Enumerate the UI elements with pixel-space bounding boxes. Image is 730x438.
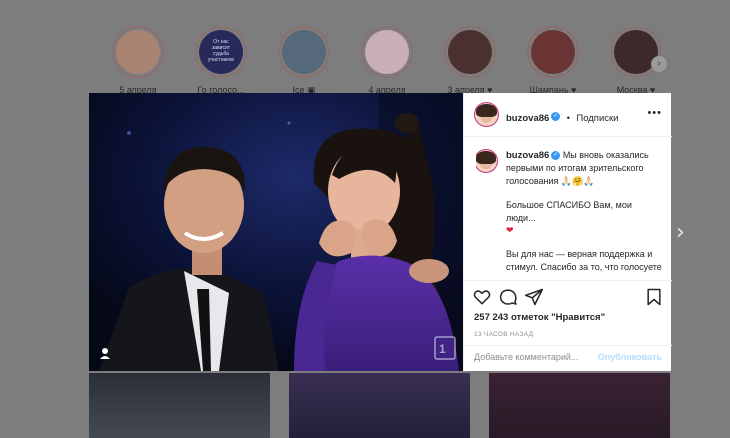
following-button[interactable]: Подписки	[576, 113, 618, 124]
comment-input[interactable]	[474, 352, 592, 362]
story-avatar	[282, 30, 326, 74]
publish-button[interactable]: Опубликовать	[598, 352, 662, 362]
caption-text: buzova86 ✓ Мы вновь оказались первыми по …	[506, 149, 662, 277]
share-icon[interactable]	[524, 287, 544, 307]
separator-dot: •	[566, 113, 570, 123]
story-avatar	[531, 30, 575, 74]
caption-paragraph: buzova86 ✓ Мы вновь оказались первыми по …	[506, 149, 662, 187]
heart-icon[interactable]	[472, 287, 492, 307]
story-item[interactable]: 4 апреля	[359, 26, 415, 95]
story-item[interactable]: 5 апреля	[110, 26, 166, 95]
more-options-icon[interactable]: •••	[647, 107, 662, 119]
story-item[interactable]: 3 апреля ♥	[442, 26, 498, 95]
comment-icon[interactable]	[498, 287, 518, 307]
story-avatar	[365, 30, 409, 74]
grid-post-thumbnail[interactable]	[489, 373, 670, 438]
caption-paragraph: Вы для нас — верная поддержка и стимул. …	[506, 248, 662, 277]
avatar-hair	[476, 104, 497, 118]
post-caption: buzova86 ✓ Мы вновь оказались первыми по …	[476, 149, 666, 277]
stories-next-button[interactable]: ›	[651, 56, 667, 72]
story-ring	[527, 26, 579, 78]
verified-badge-icon: ✓	[551, 112, 561, 122]
post-side-panel: buzova86 ✓ • Подписки ••• buzova86 ✓ Мы вн…	[463, 93, 672, 371]
story-ring: От нас зависит судьба участников	[195, 26, 247, 78]
story-avatar: От нас зависит судьба участников	[199, 30, 243, 74]
caption-line: Большое СПАСИБО Вам, мои люди...	[506, 200, 632, 223]
author-avatar[interactable]	[474, 102, 499, 127]
story-item[interactable]: Ice ▣	[276, 26, 332, 95]
stories-row: 5 апреля От нас зависит судьба участнико…	[110, 26, 670, 96]
avatar-hair	[476, 151, 496, 164]
caption-username[interactable]: buzova86	[506, 150, 549, 161]
story-ring	[112, 26, 164, 78]
caption-line: Вы для нас — верная поддержка и стимул. …	[506, 249, 662, 277]
likes-count[interactable]: 257 243 отметок "Нравится"	[474, 312, 605, 323]
author-username[interactable]: buzova86	[506, 113, 549, 124]
caption-paragraph: Большое СПАСИБО Вам, мои люди... ❤	[506, 199, 662, 236]
caption-author-avatar[interactable]	[476, 149, 498, 173]
post-timestamp[interactable]: 13 ЧАСОВ НАЗАД	[474, 331, 533, 338]
comment-form: Опубликовать	[464, 345, 672, 372]
grid-post-thumbnail[interactable]	[289, 373, 470, 438]
svg-text:1: 1	[439, 342, 446, 356]
story-ring	[278, 26, 330, 78]
verified-badge-icon: ✓	[551, 151, 561, 161]
story-ring	[444, 26, 496, 78]
post-photo-illustration: 1	[89, 93, 463, 371]
post-header: buzova86 ✓ • Подписки •••	[464, 93, 672, 137]
story-ring	[361, 26, 413, 78]
post-actions: 257 243 отметок "Нравится" 13 ЧАСОВ НАЗА…	[464, 280, 672, 371]
story-text: участников	[208, 57, 234, 63]
grid-post-thumbnail[interactable]	[89, 373, 270, 438]
next-post-arrow[interactable]: ›	[676, 222, 685, 244]
red-heart-icon: ❤	[506, 225, 514, 236]
story-item[interactable]: Шампань ♥	[525, 26, 581, 95]
story-item[interactable]: От нас зависит судьба участников Го голо…	[193, 26, 249, 95]
story-avatar	[448, 30, 492, 74]
bookmark-icon[interactable]	[644, 287, 664, 307]
story-avatar	[116, 30, 160, 74]
header-user-line: buzova86 ✓ • Подписки	[506, 108, 618, 126]
post-photo[interactable]: 1	[89, 93, 463, 371]
